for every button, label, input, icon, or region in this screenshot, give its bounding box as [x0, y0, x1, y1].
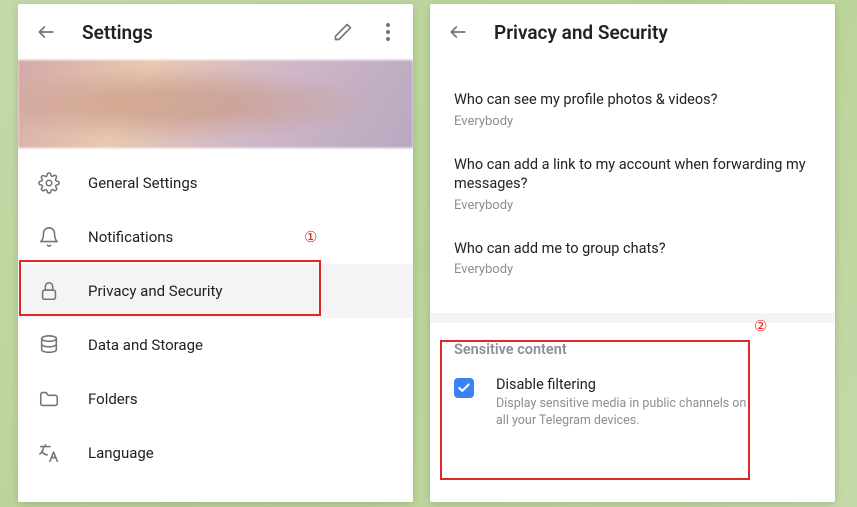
lock-icon [38, 280, 60, 302]
privacy-panel: Privacy and Security Who can see my prof… [430, 4, 835, 502]
menu-item-language[interactable]: Language [18, 426, 413, 480]
language-icon [38, 442, 60, 464]
menu-label: Language [88, 444, 154, 462]
back-button[interactable] [34, 20, 58, 44]
arrow-left-icon [448, 22, 468, 42]
database-icon [38, 334, 60, 356]
annotation-number-1: ① [304, 228, 317, 246]
arrow-left-icon [36, 22, 56, 42]
page-title: Settings [82, 21, 307, 44]
settings-panel: Settings General Settings Notifications … [18, 4, 413, 502]
menu-label: Privacy and Security [88, 282, 223, 300]
settings-menu: General Settings Notifications Privacy a… [18, 148, 413, 488]
privacy-value: Everybody [454, 262, 811, 277]
privacy-list: Who can see my profile photos & videos? … [430, 60, 835, 307]
disable-filtering-row[interactable]: Disable filtering Display sensitive medi… [430, 364, 835, 446]
privacy-question: Who can add a link to my account when fo… [454, 155, 811, 194]
checkbox-text: Disable filtering Display sensitive medi… [496, 376, 756, 430]
section-divider [430, 313, 835, 323]
edit-button[interactable] [331, 20, 355, 44]
back-button[interactable] [446, 20, 470, 44]
sensitive-header: Sensitive content [430, 323, 835, 364]
privacy-item-photos[interactable]: Who can see my profile photos & videos? … [454, 78, 811, 143]
more-vertical-icon [386, 23, 390, 41]
checkbox-desc: Display sensitive media in public channe… [496, 396, 756, 430]
privacy-value: Everybody [454, 114, 811, 129]
profile-banner[interactable] [18, 60, 413, 148]
privacy-header: Privacy and Security [430, 4, 835, 60]
menu-item-folders[interactable]: Folders [18, 372, 413, 426]
check-icon [457, 381, 471, 395]
menu-item-data[interactable]: Data and Storage [18, 318, 413, 372]
privacy-question: Who can see my profile photos & videos? [454, 90, 811, 110]
menu-item-notifications[interactable]: Notifications [18, 210, 413, 264]
folder-icon [38, 388, 60, 410]
privacy-item-groups[interactable]: Who can add me to group chats? Everybody [454, 227, 811, 292]
privacy-value: Everybody [454, 198, 811, 213]
page-title: Privacy and Security [494, 21, 819, 44]
menu-label: Notifications [88, 228, 173, 246]
more-button[interactable] [379, 20, 397, 44]
menu-label: General Settings [88, 174, 198, 192]
annotation-number-2: ② [754, 317, 767, 335]
settings-header: Settings [18, 4, 413, 60]
checkbox-label: Disable filtering [496, 376, 756, 393]
menu-label: Folders [88, 390, 138, 408]
gear-icon [38, 172, 60, 194]
pencil-icon [333, 22, 353, 42]
menu-label: Data and Storage [88, 336, 203, 354]
privacy-question: Who can add me to group chats? [454, 239, 811, 259]
menu-item-general[interactable]: General Settings [18, 156, 413, 210]
bell-icon [38, 226, 60, 248]
menu-item-privacy[interactable]: Privacy and Security [18, 264, 413, 318]
disable-filtering-checkbox[interactable] [454, 378, 474, 398]
privacy-item-forward[interactable]: Who can add a link to my account when fo… [454, 143, 811, 227]
